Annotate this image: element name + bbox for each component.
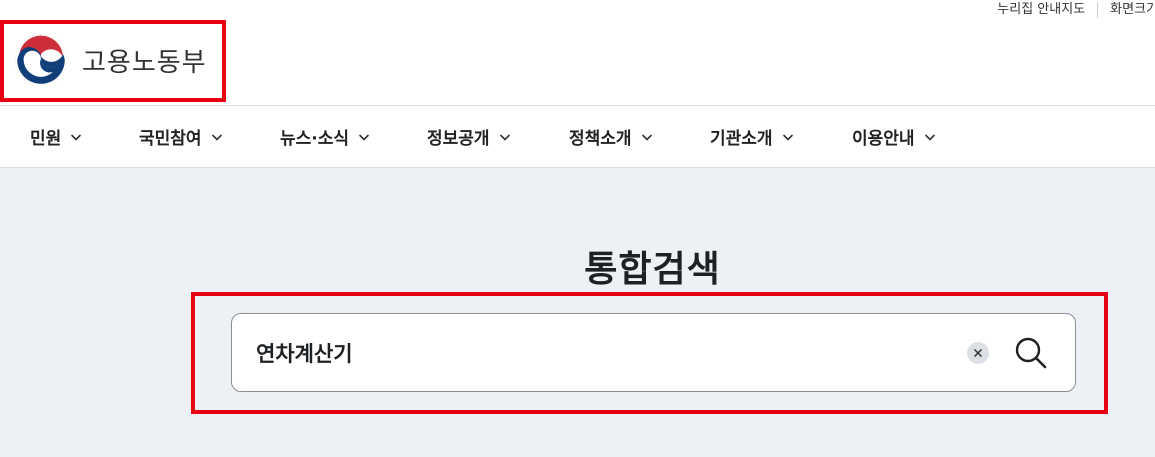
chevron-down-icon (358, 133, 370, 141)
sitemap-link[interactable]: 누리집 안내지도 (985, 1, 1097, 19)
gnb-item-label: 뉴스·소식 (280, 129, 350, 149)
gnb-item-news[interactable]: 뉴스·소식 (280, 124, 427, 149)
chevron-down-icon (924, 133, 935, 141)
gnb-item-policy[interactable]: 정책소개 (569, 124, 710, 149)
gnb-item-about[interactable]: 기관소개 (710, 124, 852, 149)
clear-button[interactable] (967, 341, 989, 364)
chevron-down-icon (71, 133, 82, 141)
gnb-item-label: 이용안내 (852, 129, 915, 149)
gnb-item-label: 정책소개 (569, 129, 632, 149)
search-box (231, 313, 1076, 392)
utility-menu: 누리집 안내지도 화면크기 (985, 0, 1155, 20)
gnb-item-label: 민원 (30, 129, 62, 149)
gnb-item-label: 정보공개 (427, 129, 490, 149)
chevron-down-icon (782, 133, 793, 141)
gnb-item-guide[interactable]: 이용안내 (852, 124, 936, 149)
search-icon (1015, 337, 1047, 368)
ministry-name: 고용노동부 (82, 47, 207, 78)
chevron-down-icon (499, 133, 510, 141)
search-input[interactable] (232, 314, 967, 391)
close-icon (973, 348, 983, 357)
gnb-item-label: 국민참여 (139, 129, 202, 149)
screen-size-link[interactable]: 화면크기 (1098, 1, 1155, 19)
gnb-item-civil[interactable]: 민원 (30, 124, 139, 149)
gnb-item-label: 기관소개 (710, 129, 773, 149)
chevron-down-icon (211, 133, 222, 141)
gnb-item-participation[interactable]: 국민참여 (139, 124, 280, 149)
ministry-logo[interactable]: 고용노동부 (12, 31, 207, 89)
page-title: 통합검색 (584, 249, 721, 290)
taegeuk-emblem-icon (15, 34, 67, 86)
main-navigation: 민원 국민참여 뉴스·소식 정보공개 정책소개 기관소개 이용안내 (0, 106, 1155, 167)
gnb-item-disclosure[interactable]: 정보공개 (427, 124, 569, 149)
chevron-down-icon (641, 133, 652, 141)
search-button[interactable] (1011, 333, 1051, 373)
